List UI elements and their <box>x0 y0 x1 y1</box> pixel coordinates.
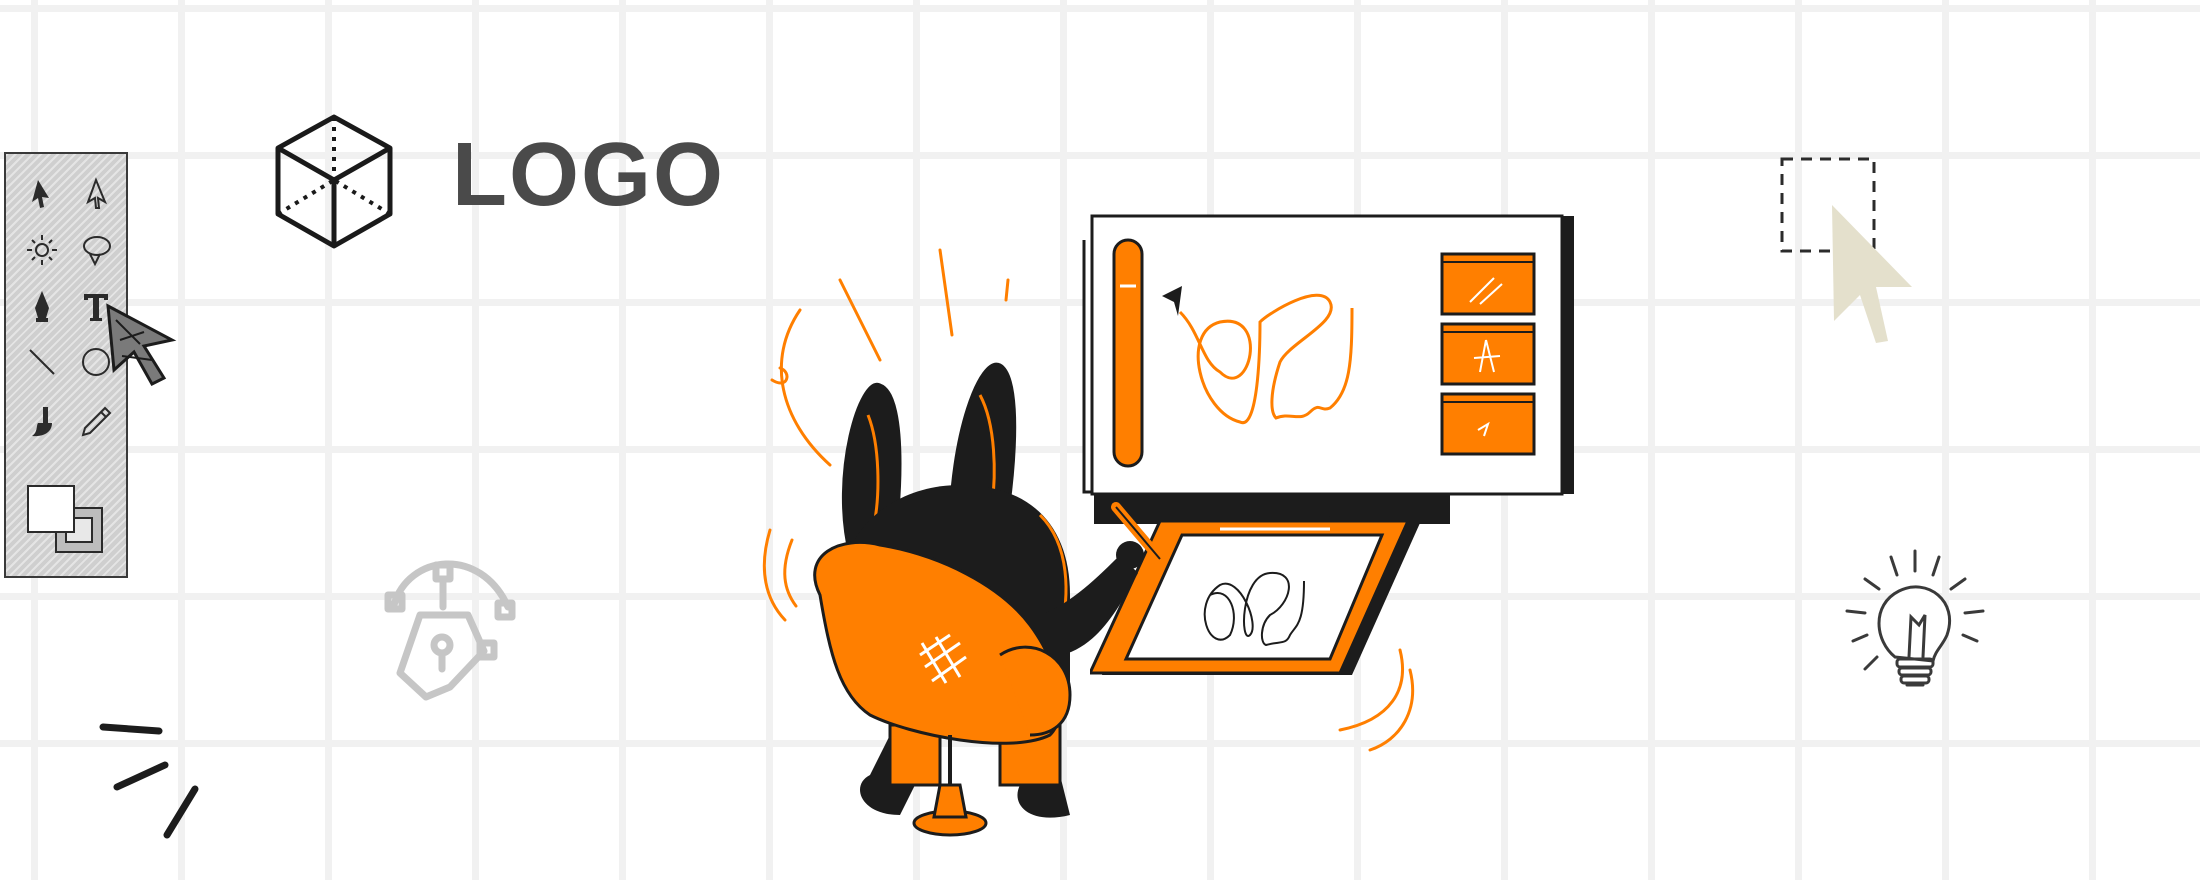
bezier-pen-icon <box>384 560 516 701</box>
logo-text: LOGO <box>452 125 725 225</box>
lightbulb-icon <box>1845 549 1985 687</box>
line-tool-icon[interactable] <box>24 344 60 380</box>
sun-adjust-icon[interactable] <box>24 232 60 268</box>
lasso-icon[interactable] <box>78 232 114 268</box>
marquee-cursor-icon <box>1780 157 1912 343</box>
motion-dashes-icon <box>99 723 199 839</box>
cube-icon <box>275 114 393 249</box>
selection-arrow-icon[interactable] <box>24 176 60 212</box>
pointer-cursor-icon <box>106 303 177 386</box>
brush-tool-icon[interactable] <box>24 404 60 440</box>
direct-selection-arrow-icon[interactable] <box>78 176 114 212</box>
color-swatches-icon[interactable] <box>26 484 106 554</box>
pen-tool-icon[interactable] <box>24 288 60 324</box>
pencil-tool-icon[interactable] <box>78 404 114 440</box>
character <box>813 362 1165 837</box>
